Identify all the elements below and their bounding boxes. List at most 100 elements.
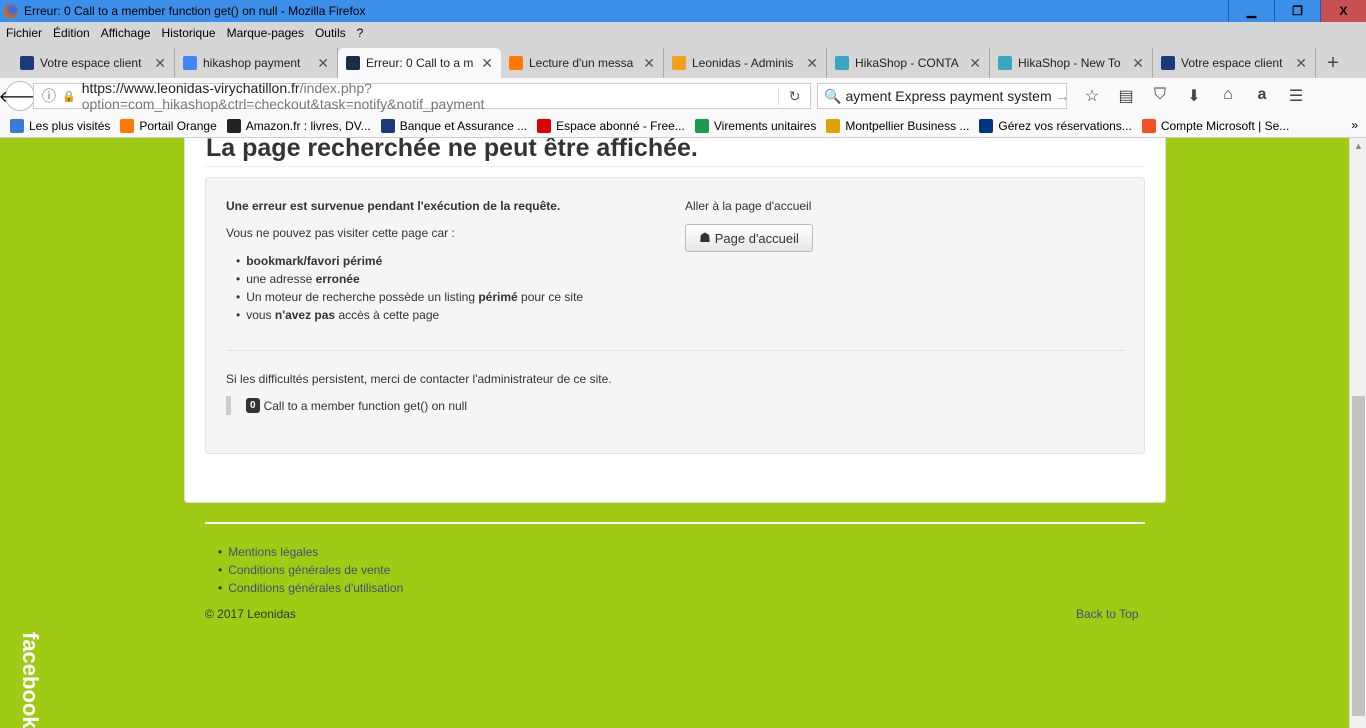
menu-marque-pages[interactable]: Marque-pages	[227, 26, 304, 40]
bookmark-label: Compte Microsoft | Se...	[1160, 118, 1290, 133]
close-tab-icon[interactable]: ✕	[317, 55, 329, 72]
error-message-text: Call to a member function get() on null	[263, 398, 467, 413]
bookmark-item[interactable]: Compte Microsoft | Se...	[1141, 118, 1290, 133]
scrollbar-thumb[interactable]	[1352, 396, 1365, 716]
close-tab-icon[interactable]: ✕	[1132, 55, 1144, 72]
tab[interactable]: Votre espace client ✕	[1153, 48, 1316, 78]
menu-outils[interactable]: Outils	[315, 26, 346, 40]
error-intro: Vous ne pouvez pas visiter cette page ca…	[226, 226, 455, 240]
tab-strip: Votre espace client ✕ hikashop payment ✕ Err…	[0, 44, 1366, 78]
tab-label: Leonidas - Adminis	[692, 56, 794, 70]
search-go-icon[interactable]: →	[1056, 88, 1066, 104]
tab-favicon-icon	[346, 56, 360, 70]
bookmarks-bar: Les plus visités Portail Orange Amazon.fr …	[0, 114, 1366, 138]
error-heading: Une erreur est survenue pendant l'exécut…	[226, 199, 561, 213]
error-box: Une erreur est survenue pendant l'exécut…	[205, 177, 1145, 454]
bookmarks-overflow-icon[interactable]: »	[1351, 118, 1358, 132]
bookmark-item[interactable]: Gérez vos réservations...	[979, 118, 1132, 133]
menu-fichier[interactable]: Fichier	[6, 26, 42, 40]
tab-label: HikaShop - CONTA	[855, 56, 959, 70]
close-tab-icon[interactable]: ✕	[806, 55, 818, 72]
menu-affichage[interactable]: Affichage	[101, 26, 151, 40]
pocket-icon[interactable]: ⛉	[1143, 86, 1177, 106]
back-button[interactable]: 🡐	[0, 81, 41, 111]
bookmark-favicon-icon	[537, 118, 552, 133]
tab-favicon-icon	[835, 56, 849, 70]
bookmark-favicon-icon	[694, 118, 709, 133]
reason-item: vous n'avez pas accès à cette page	[236, 306, 583, 324]
close-tab-icon[interactable]: ✕	[481, 55, 493, 72]
close-tab-icon[interactable]: ✕	[1295, 55, 1307, 72]
close-tab-icon[interactable]: ✕	[154, 55, 166, 72]
bookmark-item[interactable]: Montpellier Business ...	[826, 118, 969, 133]
bookmark-favicon-icon	[826, 118, 841, 133]
nav-bar: 🡐 ⓘ 🔒 https://www.leonidas-virychatillon…	[0, 78, 1366, 114]
title-bar: Erreur: 0 Call to a member function get(…	[0, 0, 1366, 22]
tab-favicon-icon	[998, 56, 1012, 70]
tab-label: Lecture d'un messa	[529, 56, 634, 70]
home-button[interactable]: ☗ Page d'accueil	[685, 224, 813, 252]
tab-favicon-icon	[1161, 56, 1175, 70]
bookmark-label: Espace abonné - Free...	[556, 118, 685, 133]
tab[interactable]: HikaShop - New To ✕	[990, 48, 1153, 78]
tab-label: Votre espace client	[40, 56, 142, 70]
tab[interactable]: Leonidas - Adminis ✕	[664, 48, 827, 78]
tab[interactable]: Erreur: 0 Call to a m ✕	[338, 48, 501, 78]
close-tab-icon[interactable]: ✕	[969, 55, 981, 72]
link-mentions-legales[interactable]: Mentions légales	[228, 545, 318, 559]
bookmark-label: Portail Orange	[139, 118, 217, 133]
footer-divider	[205, 522, 1145, 524]
tab[interactable]: hikashop payment ✕	[175, 48, 338, 78]
hamburger-menu-icon[interactable]: ☰	[1279, 86, 1313, 106]
reason-bold: périmé	[478, 290, 518, 304]
bookmark-label: Les plus visités	[29, 118, 111, 133]
new-tab-button[interactable]: +	[1316, 48, 1350, 78]
bookmark-item[interactable]: Portail Orange	[120, 118, 217, 133]
content-card: La page recherchée ne peut être affichée…	[184, 138, 1166, 503]
facebook-tab[interactable]: facebook	[17, 632, 43, 728]
search-icon: 🔍	[824, 87, 842, 104]
info-icon[interactable]: ⓘ	[42, 86, 56, 106]
scrollbar[interactable]: ▲	[1349, 138, 1366, 728]
close-button[interactable]: X	[1320, 0, 1366, 22]
bookmark-star-icon[interactable]: ☆	[1075, 86, 1109, 106]
minimize-button[interactable]: ▁	[1228, 0, 1274, 22]
bookmark-item[interactable]: Amazon.fr : livres, DV...	[226, 118, 371, 133]
back-to-top-link[interactable]: Back to Top	[1076, 607, 1138, 621]
bookmark-item[interactable]: Les plus visités	[10, 118, 111, 133]
amazon-icon[interactable]: a	[1245, 86, 1279, 106]
divider	[226, 350, 1126, 351]
home-icon[interactable]: ⌂	[1211, 86, 1245, 106]
footer-links: Mentions légales Conditions générales de…	[218, 543, 403, 597]
reader-icon[interactable]: ▤	[1109, 86, 1143, 106]
menu-edition[interactable]: Édition	[53, 26, 90, 40]
search-value: ayment Express payment system	[845, 88, 1052, 104]
tab[interactable]: Lecture d'un messa ✕	[501, 48, 664, 78]
tab[interactable]: Votre espace client ✕	[12, 48, 175, 78]
restore-button[interactable]: ❐	[1274, 0, 1320, 22]
bookmark-item[interactable]: Virements unitaires	[694, 118, 816, 133]
tab[interactable]: HikaShop - CONTA ✕	[827, 48, 990, 78]
bookmark-favicon-icon	[10, 118, 24, 133]
tab-label: HikaShop - New To	[1018, 56, 1121, 70]
menu-bar: Fichier Édition Affichage Historique Mar…	[0, 22, 1366, 44]
bookmark-item[interactable]: Espace abonné - Free...	[537, 118, 685, 133]
tab-label: hikashop payment	[203, 56, 301, 70]
scroll-up-icon[interactable]: ▲	[1354, 141, 1363, 151]
reason-text: Un moteur de recherche possède un listin…	[246, 290, 479, 304]
reload-icon[interactable]: ↻	[778, 87, 810, 105]
tab-favicon-icon	[672, 56, 686, 70]
link-cgu[interactable]: Conditions générales d'utilisation	[228, 581, 403, 595]
download-icon[interactable]: ⬇	[1177, 86, 1211, 106]
menu-help[interactable]: ?	[357, 26, 364, 40]
address-bar[interactable]: ⓘ 🔒 https://www.leonidas-virychatillon.f…	[33, 80, 811, 112]
reason-item: Un moteur de recherche possède un listin…	[236, 288, 583, 306]
close-tab-icon[interactable]: ✕	[643, 55, 655, 72]
link-cgv[interactable]: Conditions générales de vente	[228, 563, 390, 577]
window-title: Erreur: 0 Call to a member function get(…	[24, 4, 366, 18]
bookmark-item[interactable]: Banque et Assurance ...	[380, 118, 527, 133]
search-input[interactable]: 🔍 ayment Express payment system →	[817, 83, 1067, 109]
reason-text: pour ce site	[517, 290, 584, 304]
menu-historique[interactable]: Historique	[162, 26, 216, 40]
bookmark-favicon-icon	[979, 118, 994, 133]
